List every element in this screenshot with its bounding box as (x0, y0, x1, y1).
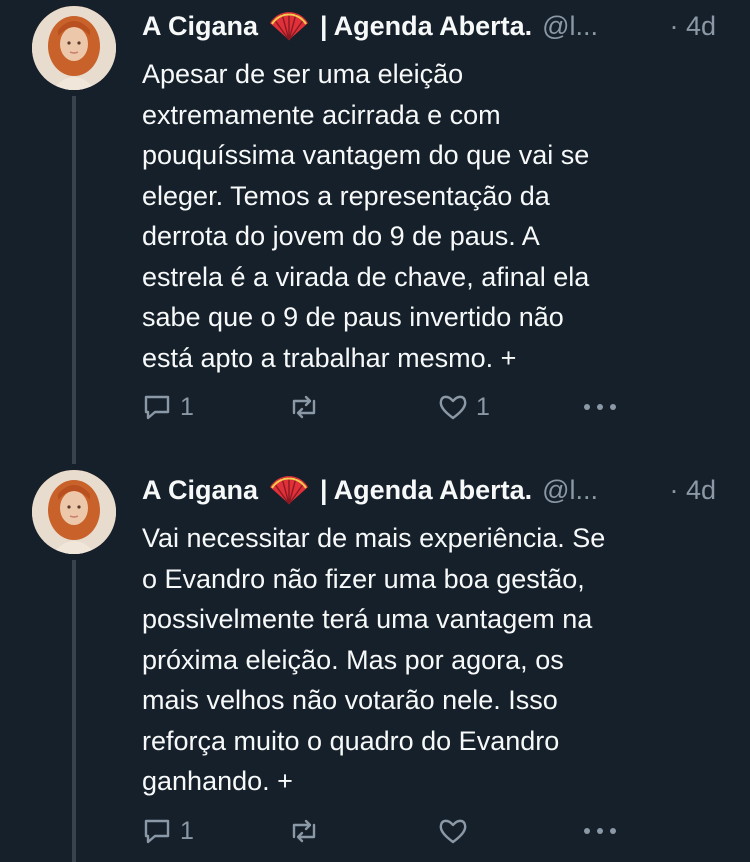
folding-fan-emoji-icon (268, 475, 310, 505)
tweet[interactable]: A Cigana | Agenda Aberta. @l... · 4d Ape… (0, 0, 750, 450)
tweet[interactable]: A Cigana | Agenda Aberta. @l... · 4d Vai… (0, 464, 750, 862)
name-separator: | (320, 10, 328, 41)
action-bar: 1 (142, 814, 622, 848)
more-icon (582, 826, 618, 836)
author-org: Agenda Aberta. (333, 474, 533, 505)
avatar[interactable] (32, 6, 116, 90)
author-name[interactable]: A Cigana (142, 475, 258, 506)
timestamp[interactable]: · 4d (669, 11, 716, 42)
more-button[interactable] (582, 390, 618, 424)
heart-icon (438, 817, 468, 845)
author-handle[interactable]: @l... (542, 475, 598, 506)
action-bar: 1 1 (142, 390, 622, 424)
author-handle[interactable]: @l... (542, 11, 598, 42)
retweet-icon (288, 393, 320, 421)
author-org: Agenda Aberta. (333, 10, 533, 41)
reply-button[interactable]: 1 (142, 390, 194, 424)
like-button[interactable] (438, 814, 476, 848)
author-name[interactable]: A Cigana (142, 11, 258, 42)
tweet-text: Vai necessitar de mais experiência. Se o… (142, 523, 606, 796)
avatar[interactable] (32, 470, 116, 554)
heart-icon (438, 393, 468, 421)
reply-icon (142, 817, 172, 845)
name-separator: | (320, 474, 328, 505)
retweet-button[interactable] (288, 814, 328, 848)
retweet-button[interactable] (288, 390, 328, 424)
tweet-header: A Cigana | Agenda Aberta. @l... · 4d (142, 6, 716, 46)
tweet-text: Apesar de ser uma eleição extremamente a… (142, 59, 590, 373)
more-icon (582, 402, 618, 412)
like-button[interactable]: 1 (438, 390, 490, 424)
retweet-icon (288, 817, 320, 845)
reply-count: 1 (180, 816, 194, 845)
timestamp[interactable]: · 4d (669, 475, 716, 506)
tweet-header: A Cigana | Agenda Aberta. @l... · 4d (142, 470, 716, 510)
reply-count: 1 (180, 392, 194, 421)
folding-fan-emoji-icon (268, 11, 310, 41)
reply-button[interactable]: 1 (142, 814, 194, 848)
like-count: 1 (476, 392, 490, 421)
more-button[interactable] (582, 814, 618, 848)
reply-icon (142, 393, 172, 421)
